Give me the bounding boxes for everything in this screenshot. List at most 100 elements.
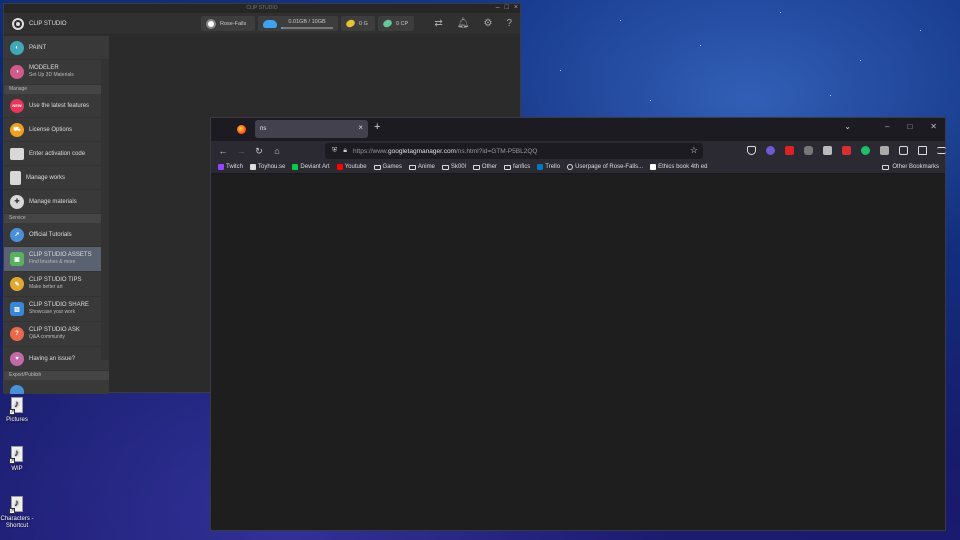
gold-amount: 0 G bbox=[359, 20, 368, 27]
maximize-button[interactable]: □ bbox=[505, 4, 509, 12]
share-icon: ▥ bbox=[10, 302, 24, 316]
minimize-button[interactable]: – bbox=[885, 122, 889, 131]
sidebar-item-paint[interactable]: ◐ PAINT bbox=[4, 36, 109, 60]
bookmark-folder-games[interactable]: Games bbox=[373, 164, 402, 170]
desktop-icon-label: WIP bbox=[11, 466, 23, 472]
help-icon[interactable]: ? bbox=[506, 17, 512, 31]
other-bookmarks[interactable]: Other Bookmarks bbox=[882, 164, 939, 170]
extension-gray-icon[interactable] bbox=[823, 146, 832, 155]
bookmark-toyhouse[interactable]: Toyhou.se bbox=[250, 164, 285, 170]
minimize-button[interactable]: – bbox=[496, 4, 500, 12]
desktop-icon-characters[interactable]: ♪ ↗ Characters - Shortcut bbox=[0, 496, 34, 530]
paint-icon: ◐ bbox=[10, 40, 24, 55]
section-export: Export/Publish bbox=[4, 371, 109, 380]
sidebar-item-tutorials[interactable]: ➚ Official Tutorials bbox=[4, 223, 109, 247]
sidebar-item-export[interactable] bbox=[4, 380, 109, 394]
folder-icon bbox=[408, 164, 416, 170]
sidebar-item-label: PAINT bbox=[29, 44, 47, 51]
extension-green-icon[interactable] bbox=[861, 146, 870, 155]
clip-window-title: CLIP STUDIO bbox=[246, 5, 278, 11]
sidebar-item-license[interactable]: ⛟ License Options bbox=[4, 118, 109, 142]
extension-game-icon[interactable] bbox=[804, 146, 813, 155]
sidebar-item-tips[interactable]: ✎ CLIP STUDIO TIPS Make better art bbox=[4, 272, 109, 297]
sidebar-item-label: CLIP STUDIO TIPS bbox=[29, 277, 82, 283]
avatar-icon bbox=[206, 18, 216, 29]
folder-icon bbox=[503, 164, 511, 170]
sidebar-item-share[interactable]: ▥ CLIP STUDIO SHARE Showcase your work bbox=[4, 297, 109, 322]
gear-icon[interactable]: ⚙ bbox=[483, 17, 492, 31]
back-arrow-icon[interactable]: ← bbox=[214, 146, 232, 156]
sidebar-item-ask[interactable]: ? CLIP STUDIO ASK Q&A community bbox=[4, 322, 109, 347]
extension-red-icon[interactable] bbox=[785, 146, 794, 155]
bookmark-twitch[interactable]: Twitch bbox=[218, 164, 243, 170]
bookmark-ethics-book[interactable]: Ethics book 4th ed bbox=[650, 164, 707, 170]
tab-close-icon[interactable]: × bbox=[358, 123, 363, 132]
clip-sidebar: ◐ PAINT ◑ MODELER Set Up 3D Materials Ma… bbox=[4, 36, 109, 394]
bookmark-userpage[interactable]: Userpage of Rose-Falls... bbox=[567, 164, 643, 170]
sidebar-scrollbar[interactable] bbox=[101, 60, 109, 360]
desktop-icon-wip[interactable]: ♪ ↗ WIP bbox=[0, 446, 34, 473]
lock-icon[interactable]: 🔒︎ bbox=[343, 147, 347, 155]
extension-s-icon[interactable] bbox=[842, 146, 851, 155]
sidebar-item-activation[interactable]: Enter activation code bbox=[4, 142, 109, 166]
maximize-button[interactable]: □ bbox=[907, 122, 912, 131]
bell-icon[interactable]: 🔔︎ bbox=[457, 17, 470, 31]
clip-studio-logo-icon bbox=[12, 17, 24, 30]
sidebar-item-assets[interactable]: ▣ CLIP STUDIO ASSETS Find brushes & more bbox=[4, 247, 109, 272]
firefox-view-icon[interactable] bbox=[237, 125, 246, 134]
bookmark-folder-other[interactable]: Other bbox=[472, 164, 497, 170]
bookmark-deviantart[interactable]: Deviant Art bbox=[292, 164, 330, 170]
extension-purple-icon[interactable] bbox=[766, 146, 775, 155]
bookmark-folder-sk00l[interactable]: Sk00l bbox=[441, 164, 466, 170]
cloud-storage-button[interactable]: 0.01GB / 10GB bbox=[258, 16, 338, 31]
twitch-icon bbox=[218, 164, 224, 170]
extension-badge-icon[interactable] bbox=[880, 146, 889, 155]
section-service: Service bbox=[4, 214, 109, 223]
account-button[interactable]: Rose-Falls bbox=[201, 16, 255, 31]
reload-icon[interactable]: ↻ bbox=[250, 146, 268, 157]
bookmark-youtube[interactable]: Youtube bbox=[336, 164, 367, 170]
extension-window-icon[interactable] bbox=[899, 146, 908, 155]
firefox-window: ns × + ⌄ – □ ✕ ← → ↻ ⌂ ⛨ 🔒︎ https://www.… bbox=[210, 117, 946, 531]
sync-icon[interactable]: ⇄ bbox=[434, 17, 442, 31]
cart-icon: ⛟ bbox=[10, 122, 24, 137]
sidebar-item-modeler[interactable]: ◑ MODELER Set Up 3D Materials bbox=[4, 60, 109, 85]
page-content bbox=[211, 175, 945, 530]
tab-bar: ns × + ⌄ – □ ✕ bbox=[211, 118, 945, 141]
extensions-puzzle-icon[interactable] bbox=[918, 146, 927, 155]
desktop-icon-pictures[interactable]: ♪ ↗ Pictures bbox=[0, 397, 34, 424]
url-bar[interactable]: ⛨ 🔒︎ https://www.googletagmanager.com/ns… bbox=[325, 143, 703, 159]
cp-button[interactable]: 0 CP bbox=[378, 16, 414, 31]
list-tabs-chevron-icon[interactable]: ⌄ bbox=[844, 122, 851, 131]
sidebar-item-label: MODELER bbox=[29, 65, 59, 71]
pocket-icon[interactable] bbox=[747, 146, 756, 155]
export-icon bbox=[10, 384, 24, 394]
sidebar-item-issue[interactable]: ♥ Having an issue? bbox=[4, 347, 109, 371]
bookmark-star-icon[interactable]: ☆ bbox=[690, 145, 698, 156]
sidebar-item-label: Use the latest features bbox=[29, 102, 90, 109]
close-button[interactable]: ✕ bbox=[930, 122, 937, 131]
sidebar-item-label: Enter activation code bbox=[29, 150, 86, 157]
sidebar-item-works[interactable]: Manage works bbox=[4, 166, 109, 190]
new-badge-icon: NEW bbox=[10, 98, 24, 113]
sidebar-item-label: Official Tutorials bbox=[29, 231, 72, 238]
bookmark-trello[interactable]: Trello bbox=[537, 164, 560, 170]
tracking-shield-icon[interactable]: ⛨ bbox=[332, 147, 337, 155]
clip-titlebar[interactable]: CLIP STUDIO – □ × bbox=[4, 4, 520, 13]
bookmark-folder-fanfics[interactable]: fanfics bbox=[503, 164, 530, 170]
username: Rose-Falls bbox=[220, 20, 247, 27]
menu-hamburger-icon[interactable] bbox=[937, 147, 946, 154]
forward-arrow-icon[interactable]: → bbox=[232, 146, 250, 156]
desktop-icon-label: Characters - Shortcut bbox=[0, 516, 34, 529]
modeler-icon: ◑ bbox=[10, 65, 24, 79]
home-icon[interactable]: ⌂ bbox=[268, 146, 286, 156]
gold-button[interactable]: 0 G bbox=[341, 16, 375, 31]
tab-ns[interactable]: ns × bbox=[255, 120, 368, 138]
sidebar-item-latest[interactable]: NEW Use the latest features bbox=[4, 94, 109, 118]
close-button[interactable]: × bbox=[514, 4, 518, 12]
bookmark-folder-anime[interactable]: Anime bbox=[408, 164, 435, 170]
sidebar-item-sublabel: Q&A community bbox=[29, 334, 65, 340]
sidebar-item-materials[interactable]: ✚ Manage materials bbox=[4, 190, 109, 214]
new-tab-button[interactable]: + bbox=[374, 121, 380, 133]
assets-icon: ▣ bbox=[10, 252, 24, 266]
